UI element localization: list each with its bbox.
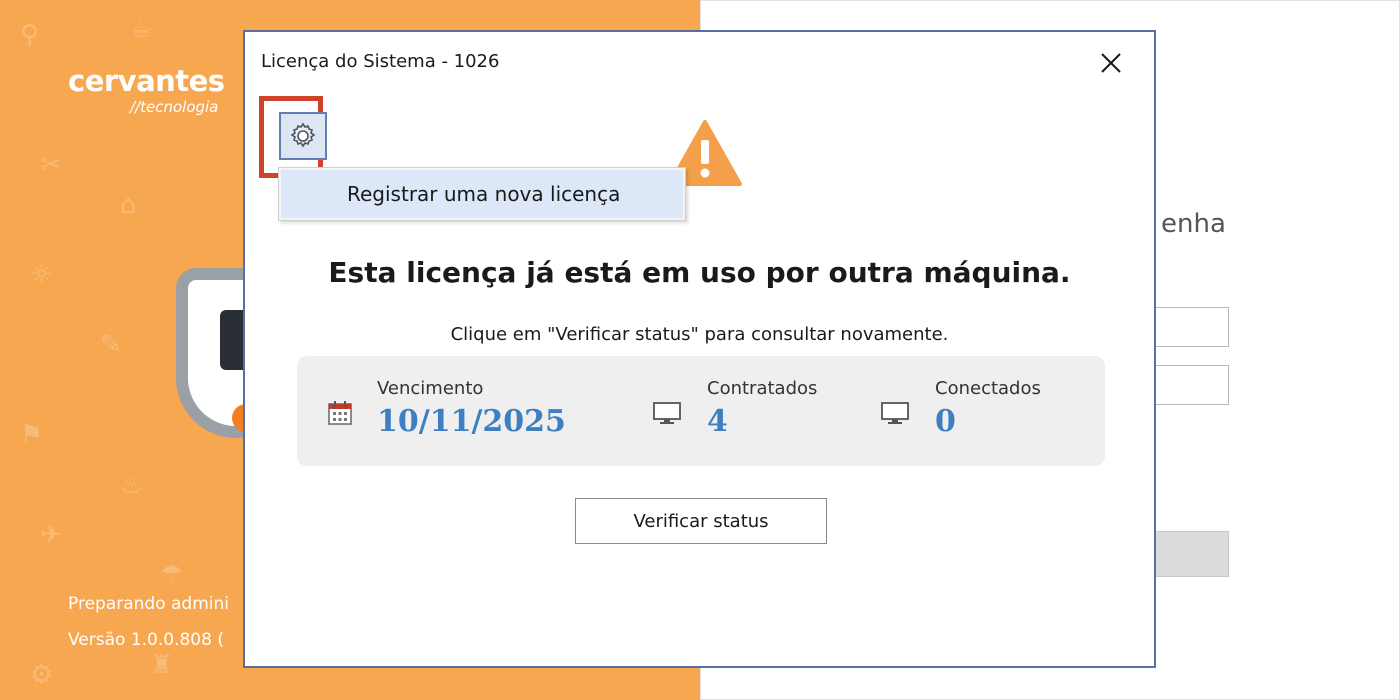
doodle-icon: ♨	[120, 470, 144, 500]
conectados-label: Conectados	[935, 378, 1041, 399]
gear-icon	[290, 122, 316, 148]
dialog-titlebar[interactable]: Licença do Sistema - 1026	[245, 32, 1154, 92]
conectados-value: 0	[935, 404, 956, 439]
menu-item-register-license[interactable]: Registrar uma nova licença	[281, 170, 683, 218]
doodle-bike-icon: ⚲	[20, 20, 40, 50]
vencimento-value: 10/11/2025	[377, 404, 566, 439]
settings-gear-button[interactable]	[279, 112, 327, 160]
calendar-icon	[328, 401, 352, 425]
vencimento-label: Vencimento	[377, 378, 484, 399]
license-headline: Esta licença já está em uso por outra má…	[328, 256, 1071, 289]
login-heading: enha	[1161, 209, 1226, 239]
doodle-icon: ☕	[130, 14, 154, 44]
splash-version-text: Versão 1.0.0.808 (	[68, 630, 224, 650]
doodle-icon: ☼	[30, 260, 54, 290]
doodle-icon: ✎	[100, 330, 122, 360]
close-icon	[1101, 53, 1121, 73]
doodle-icon: ♜	[150, 650, 174, 680]
doodle-icon: ✂	[40, 150, 62, 180]
verify-status-button[interactable]: Verificar status	[575, 498, 827, 544]
doodle-icon: ✈	[40, 520, 62, 550]
doodle-icon: ☂	[160, 560, 184, 590]
dialog-title: Licença do Sistema - 1026	[261, 51, 500, 72]
license-subtext: Clique em "Verificar status" para consul…	[450, 324, 949, 345]
brand-logo-name: cervantes	[68, 64, 225, 98]
monitor-icon	[881, 402, 909, 424]
license-info-panel: Vencimento 10/11/2025 Contratados 4 Cone…	[297, 356, 1105, 466]
monitor-icon	[653, 402, 681, 424]
license-dialog: Licença do Sistema - 1026 Registrar uma …	[243, 30, 1156, 668]
doodle-icon: ⚙	[30, 660, 54, 690]
brand-logo-sub: //tecnologia	[130, 98, 219, 116]
doodle-icon: ⚑	[20, 420, 44, 450]
contratados-value: 4	[707, 404, 728, 439]
settings-menu: Registrar uma nova licença	[278, 167, 686, 221]
contratados-label: Contratados	[707, 378, 818, 399]
close-button[interactable]	[1091, 46, 1131, 80]
splash-status-text: Preparando admini	[68, 594, 230, 614]
doodle-icon: ⌂	[120, 190, 137, 220]
dialog-body: Registrar uma nova licença Esta licença …	[245, 92, 1154, 666]
